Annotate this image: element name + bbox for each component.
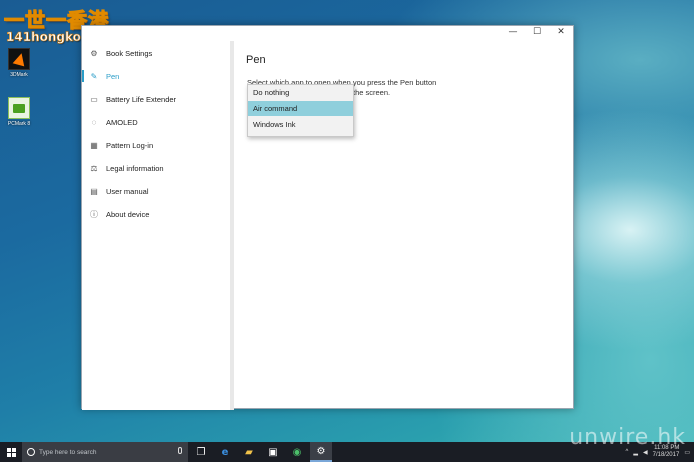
dropdown-option-air-command[interactable]: Air command (248, 101, 353, 116)
sidebar-item-pattern-log-in[interactable]: ▦ Pattern Log-in (82, 136, 230, 154)
info-icon: ⓘ (90, 209, 98, 219)
display-icon: ◌ (91, 117, 97, 127)
taskbar-app-settings[interactable]: ⚙ (310, 442, 332, 462)
sidebar-item-amoled[interactable]: ◌ AMOLED (82, 113, 230, 131)
pen-button-description-line2: the screen. (353, 88, 391, 97)
taskbar-app-browser[interactable]: ◉ (286, 442, 308, 462)
page-title: Pen (246, 54, 266, 66)
taskbar-app-file-explorer[interactable]: ▰ (238, 442, 260, 462)
edge-icon: e (221, 446, 229, 458)
taskbar-app-store[interactable]: ▣ (262, 442, 284, 462)
desktop-icon-label: PCMark 8 (7, 121, 31, 127)
taskbar-search-box[interactable]: Type here to search (22, 442, 188, 462)
watermark-brand: unwire.hk (569, 425, 686, 450)
folder-icon: ▰ (245, 446, 253, 458)
settings-window: — ☐ ✕ ⚙ Book Settings ✎ Pen ▭ Battery Li… (81, 25, 574, 410)
desktop-icon-pcmark[interactable]: PCMark 8 (4, 97, 34, 127)
sidebar-item-user-manual[interactable]: ▤ User manual (82, 182, 230, 200)
pen-action-dropdown[interactable]: Do nothing Air command Windows Ink (247, 84, 354, 137)
scale-icon: ⚖ (90, 163, 98, 173)
gear-icon: ⚙ (316, 445, 326, 457)
3dmark-icon (8, 48, 30, 70)
dropdown-option-do-nothing[interactable]: Do nothing (248, 85, 353, 100)
book-icon: ▤ (90, 186, 98, 196)
settings-sidebar: ⚙ Book Settings ✎ Pen ▭ Battery Life Ext… (82, 41, 230, 410)
clock-date: 7/18/2017 (652, 452, 680, 458)
close-button[interactable]: ✕ (551, 26, 571, 40)
sidebar-item-label: AMOLED (106, 117, 138, 127)
microphone-icon[interactable] (178, 447, 182, 454)
windows-logo-icon (6, 447, 16, 457)
sidebar-item-legal-information[interactable]: ⚖ Legal information (82, 159, 230, 177)
sidebar-item-about-device[interactable]: ⓘ About device (82, 205, 230, 223)
sidebar-item-label: About device (106, 209, 150, 219)
sidebar-item-pen[interactable]: ✎ Pen (82, 67, 230, 85)
start-button[interactable] (0, 442, 22, 462)
cortana-icon (27, 448, 35, 456)
pen-icon: ✎ (90, 71, 98, 81)
task-view-button[interactable]: ❐ (190, 442, 212, 462)
sidebar-item-label: Legal information (106, 163, 164, 173)
sidebar-item-label: Book Settings (106, 48, 153, 58)
pen-settings-panel: Pen Select which app to open when you pr… (234, 41, 574, 410)
taskbar-app-edge[interactable]: e (214, 442, 236, 462)
sidebar-item-label: Pen (106, 71, 120, 81)
task-view-icon: ❐ (196, 446, 206, 458)
sidebar-item-label: User manual (106, 186, 149, 196)
minimize-button[interactable]: — (503, 26, 523, 40)
battery-icon: ▭ (90, 94, 98, 104)
sidebar-item-book-settings[interactable]: ⚙ Book Settings (82, 44, 230, 62)
desktop-icon-3dmark[interactable]: 3DMark (4, 48, 34, 78)
sidebar-item-battery-life-extender[interactable]: ▭ Battery Life Extender (82, 90, 230, 108)
dropdown-option-windows-ink[interactable]: Windows Ink (248, 117, 353, 132)
sidebar-item-label: Pattern Log-in (106, 140, 154, 150)
sidebar-item-label: Battery Life Extender (106, 94, 177, 104)
title-bar[interactable]: — ☐ ✕ (82, 26, 573, 40)
globe-icon: ◉ (292, 446, 302, 458)
maximize-button[interactable]: ☐ (527, 26, 547, 40)
pcmark-icon (8, 97, 30, 119)
store-icon: ▣ (268, 446, 278, 458)
desktop-icon-label: 3DMark (10, 72, 28, 78)
pattern-icon: ▦ (90, 140, 98, 150)
search-placeholder: Type here to search (39, 448, 97, 456)
gear-icon: ⚙ (90, 48, 98, 58)
